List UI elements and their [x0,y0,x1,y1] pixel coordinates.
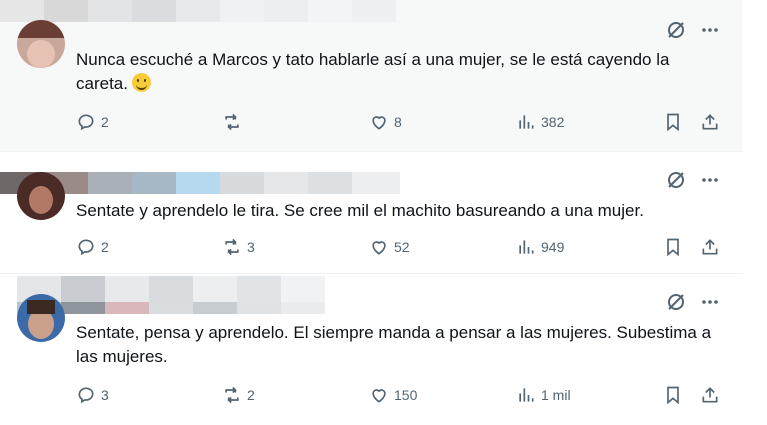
view-count: 382 [541,114,565,130]
retweet-count: 2 [247,387,255,403]
heart-icon [372,389,386,403]
tweet-3[interactable]: Sentate, pensa y aprendelo. El siempre m… [0,274,742,425]
tweet-text-content: Nunca escuché a Marcos y tato hablarle a… [76,50,670,93]
views-icon [519,388,534,402]
view-count: 949 [541,239,565,255]
views-icon [519,115,534,129]
views-icon [519,240,534,254]
tweet-actions: 2 3 52 949 [76,237,724,261]
retweet-icon [225,386,239,404]
melting-face-emoji [131,73,151,92]
reply-button[interactable]: 2 [76,112,109,132]
tweet-text: Sentate, pensa y aprendelo. El siempre m… [76,323,712,366]
pixelated-username [17,276,325,304]
bookmark-icon [667,113,679,132]
like-count: 52 [394,239,410,255]
bookmark-icon [667,238,679,257]
more-options-icon[interactable] [700,170,720,190]
retweet-icon [225,238,239,256]
retweet-button[interactable]: 2 [222,385,255,405]
like-button[interactable]: 52 [369,237,410,257]
share-button[interactable] [700,237,720,257]
tweet-2[interactable]: Sentate y aprendelo le tira. Se cree mil… [0,152,742,274]
tweet-actions: 2 8 382 [76,112,724,136]
reply-icon [78,114,94,131]
like-button[interactable]: 8 [369,112,402,132]
share-icon [702,114,718,130]
grok-icon[interactable] [666,20,686,40]
right-margin [742,0,767,425]
heart-icon [372,116,386,130]
views-button[interactable]: 382 [516,112,564,132]
retweet-count: 3 [247,239,255,255]
tweet-text: Nunca escuché a Marcos y tato hablarle a… [76,48,726,96]
share-icon [702,387,718,403]
like-count: 150 [394,387,418,403]
heart-icon [372,241,386,255]
reply-icon [78,239,94,256]
retweet-button[interactable]: 3 [222,237,255,257]
share-button[interactable] [700,385,720,405]
bookmark-button[interactable] [663,385,683,405]
bookmark-button[interactable] [663,237,683,257]
like-count: 8 [394,114,402,130]
avatar[interactable] [17,172,65,220]
more-options-icon[interactable] [700,292,720,312]
grok-icon[interactable] [666,170,686,190]
reply-count: 2 [101,239,109,255]
tweet-text: Sentate y aprendelo le tira. Se cree mil… [76,201,644,220]
tweet-1[interactable]: Nunca escuché a Marcos y tato hablarle a… [0,0,742,152]
tweet-actions: 3 2 150 1 mil [76,385,724,409]
reply-button[interactable]: 2 [76,237,109,257]
avatar[interactable] [17,20,65,68]
views-button[interactable]: 1 mil [516,385,571,405]
avatar[interactable] [17,294,65,342]
share-button[interactable] [700,112,720,132]
like-button[interactable]: 150 [369,385,417,405]
reply-count: 2 [101,114,109,130]
reply-count: 3 [101,387,109,403]
reply-button[interactable]: 3 [76,385,109,405]
view-count: 1 mil [541,387,571,403]
bookmark-icon [667,386,679,405]
bookmark-button[interactable] [663,112,683,132]
retweet-button[interactable] [222,112,247,132]
pixelated-username [0,0,396,22]
grok-icon[interactable] [666,292,686,312]
more-options-icon[interactable] [700,20,720,40]
share-icon [702,239,718,255]
retweet-icon [225,113,239,131]
views-button[interactable]: 949 [516,237,564,257]
reply-icon [78,387,94,404]
